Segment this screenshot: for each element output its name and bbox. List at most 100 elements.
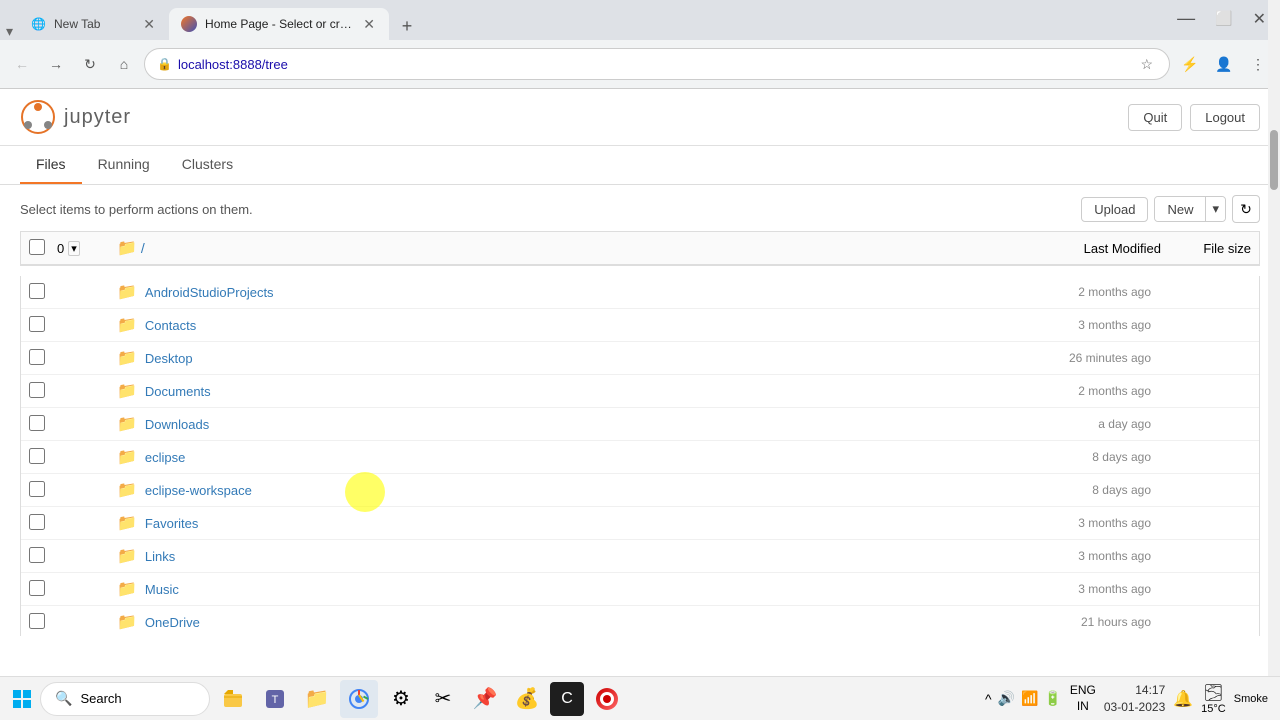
upload-button[interactable]: Upload — [1081, 197, 1148, 222]
taskbar-file-manager[interactable] — [214, 680, 252, 718]
reload-button[interactable]: ↻ — [76, 50, 104, 78]
tab-running[interactable]: Running — [82, 146, 166, 184]
row-checkbox[interactable] — [29, 316, 45, 332]
chrome-icon — [348, 688, 370, 710]
select-all-checkbox[interactable] — [29, 239, 45, 255]
page-scrollbar-thumb[interactable] — [1270, 130, 1278, 190]
address-bar[interactable]: 🔒 localhost:8888/tree ☆ — [144, 48, 1170, 80]
new-tab-button[interactable]: + — [393, 12, 421, 40]
taskbar-chrome[interactable] — [340, 680, 378, 718]
taskbar-teams[interactable]: T — [256, 680, 294, 718]
tab-new-tab-close[interactable]: ✕ — [141, 14, 157, 35]
breadcrumb-folder-icon: 📁 — [117, 238, 137, 258]
address-bookmark-icon[interactable]: ☆ — [1136, 54, 1157, 75]
volume-icon[interactable]: 🔊 — [998, 690, 1015, 707]
folder-link[interactable]: Contacts — [145, 318, 196, 333]
sort-size-header[interactable]: File size — [1161, 241, 1251, 256]
extensions-button[interactable]: ⚡ — [1176, 50, 1204, 78]
new-dropdown-arrow[interactable]: ▾ — [1205, 197, 1225, 221]
home-button[interactable]: ⌂ — [110, 50, 138, 78]
row-checkbox[interactable] — [29, 580, 45, 596]
sort-modified-header[interactable]: Last Modified — [1011, 241, 1161, 256]
folder-link[interactable]: Links — [145, 549, 175, 564]
tab-jupyter[interactable]: Home Page - Select or create a ... ✕ — [169, 8, 389, 40]
folder-link[interactable]: Downloads — [145, 417, 209, 432]
breadcrumb-path[interactable]: / — [141, 240, 145, 256]
folder-link[interactable]: Documents — [145, 384, 211, 399]
back-button[interactable]: ← — [8, 50, 36, 78]
count-dropdown-icon[interactable]: ▾ — [68, 241, 80, 256]
folder-modified: 2 months ago — [991, 384, 1151, 398]
window-minimize[interactable]: — — [1171, 6, 1201, 31]
svg-text:T: T — [272, 694, 279, 706]
folder-icon: 📁 — [117, 447, 137, 467]
chevron-up-icon[interactable]: ^ — [985, 691, 992, 707]
jupyter-logo-text: jupyter — [64, 106, 131, 129]
header-checkbox-cell — [29, 239, 57, 258]
row-checkbox[interactable] — [29, 613, 45, 629]
row-checkbox[interactable] — [29, 547, 45, 563]
table-row: 📁 Contacts 3 months ago — [21, 309, 1259, 342]
tab-new-tab[interactable]: 🌐 New Tab ✕ — [19, 8, 169, 40]
window-maximize[interactable]: ⬜ — [1209, 8, 1238, 29]
battery-icon[interactable]: 🔋 — [1044, 690, 1061, 707]
tab-jupyter-close[interactable]: ✕ — [361, 14, 377, 35]
network-icon[interactable]: 📶 — [1021, 690, 1038, 707]
taskbar-sticky[interactable]: 📌 — [466, 680, 504, 718]
quit-button[interactable]: Quit — [1128, 104, 1182, 131]
folder-link[interactable]: Favorites — [145, 516, 198, 531]
row-checkbox[interactable] — [29, 349, 45, 365]
tab-clusters[interactable]: Clusters — [166, 146, 249, 184]
row-checkbox[interactable] — [29, 448, 45, 464]
start-button[interactable] — [4, 681, 40, 717]
row-checkbox[interactable] — [29, 283, 45, 299]
folder-link[interactable]: eclipse — [145, 450, 185, 465]
folder-link[interactable]: AndroidStudioProjects — [145, 285, 274, 300]
taskbar-snip[interactable]: ✂ — [424, 680, 462, 718]
tab-files-label: Files — [36, 156, 66, 172]
folder-icon: 📁 — [117, 414, 137, 434]
taskbar-search-label: Search — [80, 691, 121, 706]
profile-button[interactable]: 👤 — [1210, 50, 1238, 78]
folder-link[interactable]: Desktop — [145, 351, 193, 366]
folder-link[interactable]: Music — [145, 582, 179, 597]
row-checkbox[interactable] — [29, 382, 45, 398]
jupyter-logo-icon — [20, 99, 56, 135]
table-row: 📁 Links 3 months ago — [21, 540, 1259, 573]
taskbar-circle[interactable] — [588, 680, 626, 718]
folder-icon: 📁 — [117, 381, 137, 401]
taskbar-settings[interactable]: ⚙ — [382, 680, 420, 718]
row-checkbox[interactable] — [29, 415, 45, 431]
notifications-icon[interactable]: 🔔 — [1173, 689, 1193, 709]
tab-files[interactable]: Files — [20, 146, 82, 184]
forward-button[interactable]: → — [42, 50, 70, 78]
tab-list-chevron[interactable]: ▾ — [0, 23, 19, 40]
new-button[interactable]: New — [1155, 197, 1205, 221]
folder-link[interactable]: OneDrive — [145, 615, 200, 630]
taskbar-clock[interactable]: 14:17 03-01-2023 — [1104, 682, 1165, 716]
folder-icon: 📁 — [117, 546, 137, 566]
address-secure-icon: 🔒 — [157, 57, 172, 71]
clock-date: 03-01-2023 — [1104, 699, 1165, 716]
region-label: IN — [1070, 699, 1096, 715]
weather-widget[interactable]: 🌫 15°C — [1201, 683, 1226, 715]
page-scrollbar[interactable] — [1268, 0, 1280, 720]
logout-button[interactable]: Logout — [1190, 104, 1260, 131]
folder-icon: 📁 — [117, 513, 137, 533]
folder-modified: 3 months ago — [991, 549, 1151, 563]
row-checkbox[interactable] — [29, 514, 45, 530]
taskbar-folders[interactable]: 📁 — [298, 680, 336, 718]
row-checkbox-cell — [29, 448, 57, 467]
taskbar-terminal[interactable]: C — [550, 682, 584, 716]
weather-desc: Smoke — [1234, 693, 1268, 705]
table-header-row: 0 ▾ 📁 / Last Modified File size — [20, 231, 1260, 266]
weather-temp: 15°C — [1201, 703, 1226, 715]
language-indicator[interactable]: ENG IN — [1070, 683, 1096, 714]
taskbar-search[interactable]: 🔍 Search — [40, 682, 210, 716]
table-row: 📁 OneDrive 21 hours ago — [21, 606, 1259, 636]
refresh-button[interactable]: ↻ — [1232, 195, 1260, 223]
row-checkbox-cell — [29, 349, 57, 368]
taskbar-cash[interactable]: 💰 — [508, 680, 546, 718]
row-checkbox[interactable] — [29, 481, 45, 497]
folder-link[interactable]: eclipse-workspace — [145, 483, 252, 498]
